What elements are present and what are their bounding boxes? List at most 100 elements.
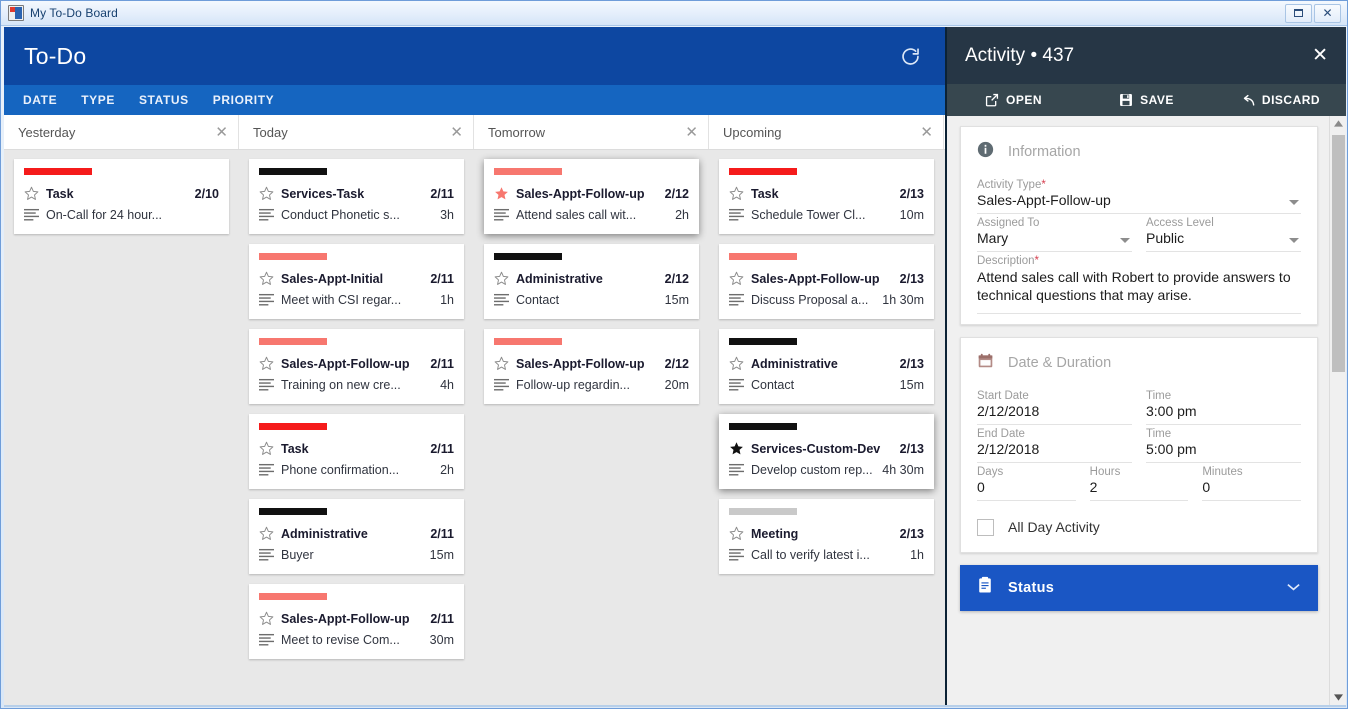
hours-field[interactable]: Hours 2 — [1089, 463, 1189, 501]
card-description: Schedule Tower Cl... — [751, 207, 866, 222]
board-tab-priority[interactable]: PRIORITY — [213, 93, 274, 107]
card-description-row: Attend sales call wit... 2h — [494, 204, 689, 225]
task-card[interactable]: Sales-Appt-Follow-up 2/11 Training on new … — [249, 329, 464, 404]
task-card[interactable]: Task 2/13 Schedule Tower Cl... 10m — [719, 159, 934, 234]
scrollbar-thumb[interactable] — [1332, 135, 1345, 372]
all-day-row[interactable]: All Day Activity — [977, 518, 1301, 542]
task-card[interactable]: Administrative 2/13 Contact 15m — [719, 329, 934, 404]
end-date-field[interactable]: End Date 2/12/2018 — [977, 425, 1132, 463]
date-duration-heading: Date & Duration — [1008, 354, 1112, 371]
start-date-field[interactable]: Start Date 2/12/2018 — [977, 387, 1132, 425]
star-outline-icon[interactable] — [494, 356, 516, 371]
description-lines-icon — [259, 633, 281, 646]
card-description-row: Contact 15m — [494, 289, 689, 310]
start-time-field[interactable]: Time 3:00 pm — [1146, 387, 1301, 425]
task-card[interactable]: Administrative 2/11 Buyer 15m — [249, 499, 464, 574]
task-card[interactable]: Services-Task 2/11 Conduct Phonetic s... 3h — [249, 159, 464, 234]
column-close-icon[interactable]: ✕ — [450, 124, 463, 140]
scroll-down-arrow-icon[interactable] — [1333, 690, 1343, 705]
chevron-down-icon[interactable] — [1120, 238, 1130, 243]
activity-scrollbar[interactable] — [1329, 116, 1346, 705]
task-card[interactable]: Meeting 2/13 Call to verify latest i... 1h — [719, 499, 934, 574]
all-day-checkbox[interactable] — [977, 518, 994, 536]
description-lines-icon — [259, 548, 281, 561]
activity-close-icon[interactable]: ✕ — [1312, 46, 1328, 65]
star-outline-icon[interactable] — [259, 611, 281, 626]
app-content: To-Do DATE TYPE STATUS PRIORITY Yesterday ✕ T… — [4, 27, 1346, 707]
description-lines-icon — [259, 378, 281, 391]
status-label: Status — [1008, 579, 1055, 596]
card-title-row: Administrative 2/12 — [494, 268, 689, 289]
board-tab-type[interactable]: TYPE — [81, 93, 115, 107]
star-filled-icon[interactable] — [494, 186, 516, 201]
task-card[interactable]: Sales-Appt-Follow-up 2/12 Follow-up regard… — [484, 329, 699, 404]
card-date: 2/12 — [664, 356, 689, 371]
star-outline-icon[interactable] — [259, 441, 281, 456]
close-button[interactable]: ✕ — [1314, 3, 1341, 23]
column-close-icon[interactable]: ✕ — [215, 124, 228, 140]
chevron-down-icon[interactable] — [1289, 200, 1299, 205]
chevron-down-icon[interactable] — [1286, 579, 1301, 597]
card-duration: 10m — [899, 207, 924, 222]
task-card[interactable]: Sales-Appt-Follow-up 2/13 Discuss Proposal… — [719, 244, 934, 319]
toolbar-discard-button[interactable]: DISCARD — [1213, 84, 1346, 116]
restore-button[interactable] — [1285, 3, 1312, 23]
end-time-value: 5:00 pm — [1146, 440, 1197, 457]
star-outline-icon[interactable] — [259, 526, 281, 541]
star-outline-icon[interactable] — [729, 356, 751, 371]
card-title-row: Sales-Appt-Follow-up 2/11 — [259, 608, 454, 629]
card-duration: 4h — [440, 377, 454, 392]
star-outline-icon[interactable] — [729, 271, 751, 286]
task-card[interactable]: Administrative 2/12 Contact 15m — [484, 244, 699, 319]
star-outline-icon[interactable] — [494, 271, 516, 286]
card-description-row: Conduct Phonetic s... 3h — [259, 204, 454, 225]
days-field[interactable]: Days 0 — [977, 463, 1076, 501]
card-description-row: On-Call for 24 hour... — [24, 204, 219, 225]
activity-type-field[interactable]: Activity Type* Sales-Appt-Follow-up — [977, 176, 1301, 214]
access-level-field[interactable]: Access Level Public — [1146, 214, 1301, 252]
card-type: Services-Custom-Dev — [751, 441, 881, 456]
chevron-down-icon[interactable] — [1289, 238, 1299, 243]
todo-board: To-Do DATE TYPE STATUS PRIORITY Yesterday ✕ T… — [4, 27, 945, 705]
end-time-field[interactable]: Time 5:00 pm — [1146, 425, 1301, 463]
star-outline-icon[interactable] — [259, 186, 281, 201]
app-icon — [8, 5, 24, 21]
task-card[interactable]: Task 2/11 Phone confirmation... 2h — [249, 414, 464, 489]
board-tab-date[interactable]: DATE — [23, 93, 57, 107]
board-title: To-Do — [24, 42, 87, 69]
card-title-row: Administrative 2/11 — [259, 523, 454, 544]
star-outline-icon[interactable] — [259, 356, 281, 371]
star-outline-icon[interactable] — [729, 186, 751, 201]
card-title-row: Sales-Appt-Follow-up 2/11 — [259, 353, 454, 374]
priority-bar — [494, 338, 562, 345]
assigned-to-field[interactable]: Assigned To Mary — [977, 214, 1132, 252]
star-outline-icon[interactable] — [729, 526, 751, 541]
task-card[interactable]: Sales-Appt-Follow-up 2/11 Meet to revise C… — [249, 584, 464, 659]
minutes-field[interactable]: Minutes 0 — [1202, 463, 1302, 501]
star-outline-icon[interactable] — [259, 271, 281, 286]
card-duration: 1h — [440, 292, 454, 307]
task-card[interactable]: Sales-Appt-Initial 2/11 Meet with CSI rega… — [249, 244, 464, 319]
task-card[interactable]: Task 2/10 On-Call for 24 hour... — [14, 159, 229, 234]
toolbar-open-button[interactable]: OPEN — [947, 84, 1080, 116]
status-section-header[interactable]: Status — [960, 564, 1318, 611]
board-tab-status[interactable]: STATUS — [139, 93, 189, 107]
star-filled-icon[interactable] — [729, 441, 751, 456]
column-close-icon[interactable]: ✕ — [685, 124, 698, 140]
task-card[interactable]: Services-Custom-Dev 2/13 Develop custom re… — [719, 414, 934, 489]
description-lines-icon — [729, 208, 751, 221]
task-card[interactable]: Sales-Appt-Follow-up 2/12 Attend sales cal… — [484, 159, 699, 234]
column-header-yesterday: Yesterday ✕ — [4, 115, 239, 149]
refresh-icon[interactable] — [895, 41, 925, 71]
hours-value: 2 — [1089, 478, 1098, 495]
description-field[interactable]: Description* Attend sales call with Robe… — [977, 252, 1301, 314]
card-description: Follow-up regardin... — [516, 377, 630, 392]
card-type: Sales-Appt-Follow-up — [516, 186, 645, 201]
scrollbar-track[interactable] — [1330, 131, 1346, 690]
star-outline-icon[interactable] — [24, 186, 46, 201]
start-row: Start Date 2/12/2018 Time 3:00 pm — [977, 387, 1301, 425]
column-close-icon[interactable]: ✕ — [920, 124, 933, 140]
scroll-up-arrow-icon[interactable] — [1333, 116, 1343, 131]
card-duration: 2h — [440, 462, 454, 477]
toolbar-save-button[interactable]: SAVE — [1080, 84, 1213, 116]
